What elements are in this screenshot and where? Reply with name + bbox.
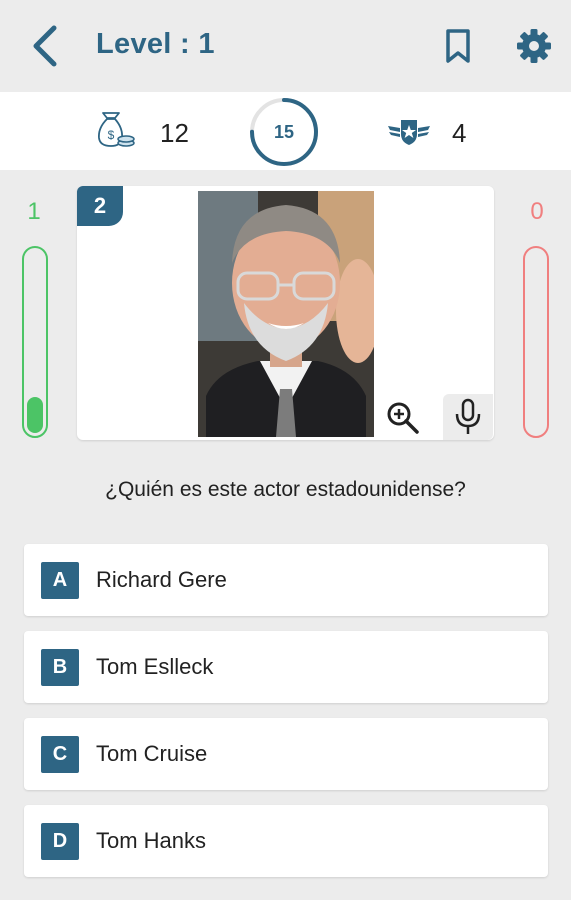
coin-bag-icon: $: [98, 112, 135, 147]
answer-label: Tom Cruise: [96, 741, 208, 766]
answer-label: Richard Gere: [96, 567, 227, 592]
badge-icon: [388, 120, 430, 145]
question-photo[interactable]: [198, 191, 374, 437]
back-arrow-icon: [33, 25, 57, 67]
correct-progress-fill: [27, 396, 43, 433]
answer-letter: A: [41, 562, 79, 599]
question-number-badge: 2: [77, 186, 123, 226]
wrong-count: 0: [530, 198, 544, 225]
coins-count: 12: [160, 118, 189, 148]
answer-letter: B: [41, 649, 79, 686]
microphone-icon: [455, 398, 481, 434]
header-bar: Level : 1: [0, 0, 571, 92]
answer-option-c[interactable]: C Tom Cruise: [24, 718, 548, 790]
question-text: ¿Quién es este actor estadounidense?: [105, 478, 466, 501]
answer-option-b[interactable]: B Tom Eslleck: [24, 631, 548, 703]
stats-bar: $ 12 15 4: [0, 92, 571, 170]
answer-letter: C: [41, 736, 79, 773]
bookmark-icon: [446, 29, 470, 63]
question-card: 2: [77, 186, 494, 440]
zoom-button[interactable]: [385, 400, 421, 436]
wrong-progress-bar: [523, 246, 549, 438]
zoom-in-icon: [387, 402, 419, 434]
badges-count: 4: [452, 118, 467, 148]
answer-label: Tom Eslleck: [96, 654, 214, 679]
level-title: Level : 1: [96, 28, 215, 60]
timer-value: 15: [273, 121, 295, 142]
microphone-button[interactable]: [443, 394, 493, 440]
answer-option-d[interactable]: D Tom Hanks: [24, 805, 548, 877]
answer-option-a[interactable]: A Richard Gere: [24, 544, 548, 616]
answer-letter: D: [41, 823, 79, 860]
bookmark-button[interactable]: [442, 28, 474, 64]
correct-progress-bar: [22, 246, 48, 438]
answer-label: Tom Hanks: [96, 828, 207, 853]
gear-icon: [517, 29, 551, 63]
correct-count: 1: [27, 198, 41, 225]
svg-text:$: $: [108, 128, 115, 142]
settings-button[interactable]: [514, 26, 554, 66]
back-button[interactable]: [28, 24, 64, 68]
